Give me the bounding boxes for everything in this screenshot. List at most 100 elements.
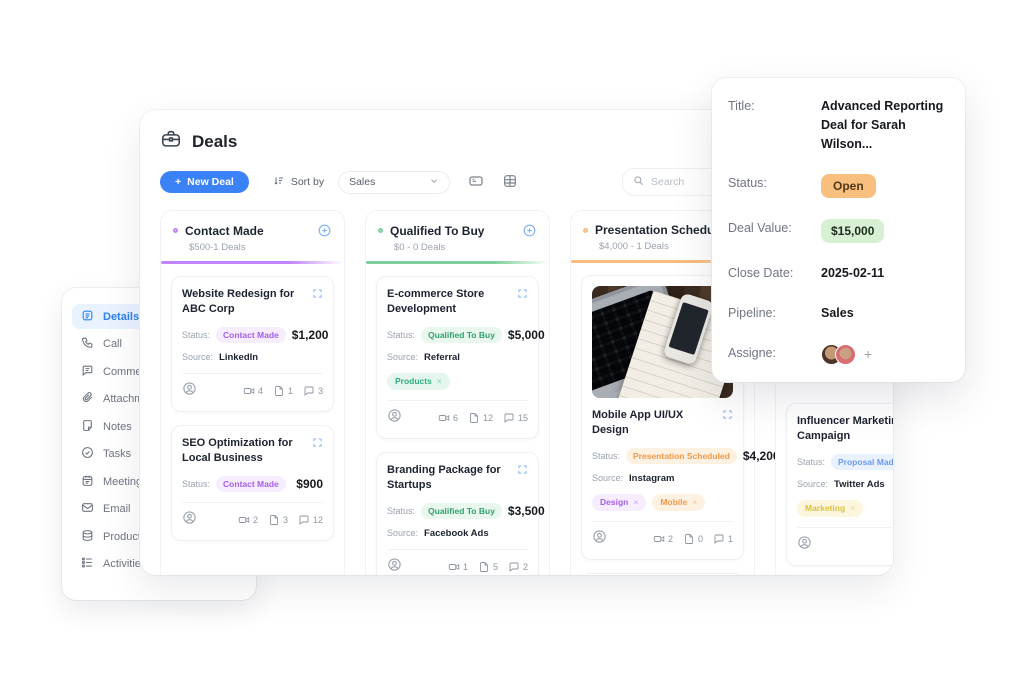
card-view-button[interactable] xyxy=(468,173,484,192)
deal-title: Influencer Marketing Campaign xyxy=(797,414,893,445)
task-icon xyxy=(81,446,94,462)
comment-count: 1 xyxy=(713,533,733,545)
expand-icon[interactable] xyxy=(517,287,528,299)
comment-count: 15 xyxy=(503,412,528,424)
new-deal-label: New Deal xyxy=(187,176,234,188)
search-icon xyxy=(633,173,644,191)
source-label: Source: xyxy=(387,352,418,362)
tag-chip: Marketing× xyxy=(797,500,863,517)
tag-remove-icon[interactable]: × xyxy=(692,497,697,507)
detail-status-label: Status: xyxy=(728,174,821,190)
expand-icon[interactable] xyxy=(312,436,323,448)
deal-card[interactable]: Corporate Training Program Status: Prese… xyxy=(581,573,744,575)
detail-assignee-label: Assigne: xyxy=(728,344,821,360)
card-footer: 2 0 1 xyxy=(592,521,733,555)
stage-dot xyxy=(583,228,588,233)
comment-count: 2 xyxy=(508,561,528,573)
sidebar-item-label: Notes xyxy=(103,421,132,433)
detail-dealvalue-label: Deal Value: xyxy=(728,219,821,235)
tag-chip: Products× xyxy=(387,373,450,390)
deal-amount: $5,000 xyxy=(508,328,545,342)
status-badge: Qualified To Buy xyxy=(421,503,502,519)
source-label: Source: xyxy=(592,473,623,483)
column-summary: $0 - 0 Deals xyxy=(394,242,537,253)
column-header: Qualified To Buy $0 - 0 Deals xyxy=(366,211,549,264)
deal-card[interactable]: SEO Optimization for Local Business Stat… xyxy=(171,425,334,541)
expand-icon[interactable] xyxy=(517,463,528,475)
detail-closedate-value: 2025-02-11 xyxy=(821,264,884,283)
status-label: Status: xyxy=(182,330,210,340)
table-view-icon xyxy=(502,177,518,192)
assignee-icon xyxy=(387,408,402,428)
assignee-icon xyxy=(797,535,812,555)
add-assignee-button[interactable]: + xyxy=(864,347,872,361)
detail-dealvalue-badge: $15,000 xyxy=(821,219,884,243)
deal-amount: $3,500 xyxy=(508,504,545,518)
phone-icon xyxy=(81,336,94,352)
sort-by-button[interactable]: Sort by xyxy=(273,175,324,190)
stage-underline xyxy=(366,261,549,264)
deal-card[interactable]: Website Redesign for ABC Corp Status: Co… xyxy=(171,276,334,412)
table-view-button[interactable] xyxy=(502,173,518,192)
tag-chip: Design× xyxy=(592,494,646,511)
assignee-icon xyxy=(592,529,607,549)
column-contact-made: Contact Made $500-1 Deals Website Redesi… xyxy=(160,210,345,575)
detail-closedate-label: Close Date: xyxy=(728,264,821,280)
file-count: 12 xyxy=(468,412,493,424)
status-badge: Proposal Made xyxy=(831,454,893,470)
source-value: LinkedIn xyxy=(219,352,258,363)
plus-icon: + xyxy=(175,176,181,188)
stage-dot xyxy=(378,228,383,233)
pipeline-select-value: Sales xyxy=(349,176,375,188)
chevron-down-icon xyxy=(429,176,439,189)
expand-icon[interactable] xyxy=(722,408,733,420)
new-deal-button[interactable]: + New Deal xyxy=(160,171,249,193)
source-label: Source: xyxy=(797,479,828,489)
briefcase-icon xyxy=(160,128,182,155)
assignee-avatars: + xyxy=(821,344,872,365)
deal-card[interactable]: Influencer Marketing Campaign Status: Pr… xyxy=(786,403,893,566)
deal-card[interactable]: Branding Package for Startups Status: Qu… xyxy=(376,452,539,575)
envelope-icon xyxy=(81,501,94,517)
add-deal-button[interactable] xyxy=(522,223,537,238)
sort-icon xyxy=(273,175,285,190)
activity-list-icon xyxy=(81,556,94,572)
deal-amount: $1,200 xyxy=(292,328,329,342)
deal-amount: $900 xyxy=(296,477,323,491)
stage-underline xyxy=(161,261,344,264)
column-name: Contact Made xyxy=(185,224,310,238)
source-value: Facebook Ads xyxy=(424,528,489,539)
file-count: 1 xyxy=(273,385,293,397)
source-value: Twitter Ads xyxy=(834,479,885,490)
detail-pipeline-value: Sales xyxy=(821,304,854,323)
tag-remove-icon[interactable]: × xyxy=(437,376,442,386)
deal-card[interactable]: E-commerce Store Development Status: Qua… xyxy=(376,276,539,439)
pipeline-select[interactable]: Sales xyxy=(338,171,450,194)
page-title: Deals xyxy=(192,132,237,152)
column-header: Contact Made $500-1 Deals xyxy=(161,211,344,264)
video-count: 2 xyxy=(653,533,673,545)
note-icon xyxy=(81,419,94,435)
status-badge: Presentation Scheduled xyxy=(626,448,737,464)
deal-detail-panel: Title: Advanced Reporting Deal for Sarah… xyxy=(712,78,965,382)
status-label: Status: xyxy=(592,451,620,461)
column-summary: $500-1 Deals xyxy=(189,242,332,253)
tag-remove-icon[interactable]: × xyxy=(850,503,855,513)
detail-pipeline-label: Pipeline: xyxy=(728,304,821,320)
paperclip-icon xyxy=(81,391,94,407)
comment-count: 3 xyxy=(303,385,323,397)
sidebar-item-label: Details xyxy=(103,311,139,323)
file-count: 3 xyxy=(268,514,288,526)
deal-title: Website Redesign for ABC Corp xyxy=(182,287,306,318)
card-footer: 1 5 2 xyxy=(387,549,528,575)
card-footer: 2 3 12 xyxy=(182,502,323,536)
add-deal-button[interactable] xyxy=(317,223,332,238)
stage-dot xyxy=(173,228,178,233)
expand-icon[interactable] xyxy=(312,287,323,299)
tag-remove-icon[interactable]: × xyxy=(633,497,638,507)
stack-icon xyxy=(81,529,94,545)
source-label: Source: xyxy=(182,352,213,362)
tag-chip: Mobile× xyxy=(652,494,705,511)
video-count: 1 xyxy=(448,561,468,573)
sidebar-item-label: Tasks xyxy=(103,448,131,460)
